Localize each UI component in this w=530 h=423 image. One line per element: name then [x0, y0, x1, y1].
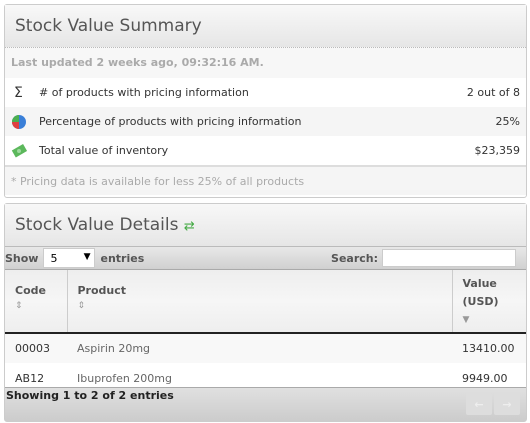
summary-row: Percentage of products with pricing info…	[5, 107, 526, 136]
search-input[interactable]	[382, 249, 516, 267]
table-row[interactable]: 00003 Aspirin 20mg 13410.00	[5, 333, 526, 363]
pie-chart-icon	[11, 114, 39, 130]
entries-select[interactable]: 5 ▼	[43, 248, 96, 268]
show-label: Show	[5, 251, 39, 265]
column-label: Product	[77, 284, 127, 297]
summary-row: Total value of inventory $23,359	[5, 136, 526, 165]
entries-label: entries	[100, 251, 145, 265]
summary-value: 2 out of 8	[466, 86, 520, 99]
panel-title: Stock Value Summary	[5, 5, 526, 48]
stock-value-details-panel: Stock Value Details ⇄ Show 5 ▼ entries Se…	[4, 203, 527, 422]
column-header-product[interactable]: Product ⇕	[66, 270, 452, 334]
next-page-button[interactable]: →	[494, 393, 520, 415]
stock-table: Code ⇕ Product ⇕ Value (USD) ▼ 00003 Aspirin…	[5, 270, 526, 393]
table-footer: Showing 1 to 2 of 2 entries ← →	[5, 387, 526, 421]
cell-product: Aspirin 20mg	[67, 333, 452, 363]
refresh-icon[interactable]: ⇄	[184, 219, 195, 234]
previous-page-button[interactable]: ←	[466, 393, 492, 415]
column-header-value[interactable]: Value (USD) ▼	[451, 270, 526, 334]
summary-label: Percentage of products with pricing info…	[39, 115, 302, 128]
summary-value: $23,359	[474, 144, 521, 157]
panel-title: Stock Value Details	[15, 215, 179, 235]
summary-value: 25%	[495, 115, 520, 128]
chevron-down-icon: ▼	[83, 252, 91, 262]
summary-row: Σ # of products with pricing information…	[5, 78, 526, 107]
search-label: Search:	[331, 251, 378, 265]
sigma-icon: Σ	[14, 84, 23, 101]
sort-icon: ⇕	[77, 301, 86, 311]
last-updated: Last updated 2 weeks ago, 09:32:16 AM.	[5, 48, 526, 78]
column-label: Code	[15, 284, 46, 297]
summary-label: Total value of inventory	[39, 144, 169, 157]
entries-value: 5	[50, 252, 58, 265]
cell-code: 00003	[5, 333, 67, 363]
table-info: Showing 1 to 2 of 2 entries	[6, 389, 174, 402]
stock-value-summary-panel: Stock Value Summary Last updated 2 weeks…	[4, 4, 527, 198]
column-header-code[interactable]: Code ⇕	[5, 270, 67, 334]
column-label: Value (USD)	[462, 277, 499, 308]
summary-label: # of products with pricing information	[39, 86, 249, 99]
sort-desc-icon: ▼	[462, 315, 470, 325]
panel-header: Stock Value Details ⇄	[5, 204, 526, 246]
footnote: * Pricing data is available for less 25%…	[5, 165, 526, 195]
table-toolbar: Show 5 ▼ entries Search:	[5, 246, 526, 270]
sort-icon: ⇕	[15, 301, 23, 311]
cell-value: 13410.00	[452, 333, 526, 363]
money-icon	[11, 143, 39, 159]
